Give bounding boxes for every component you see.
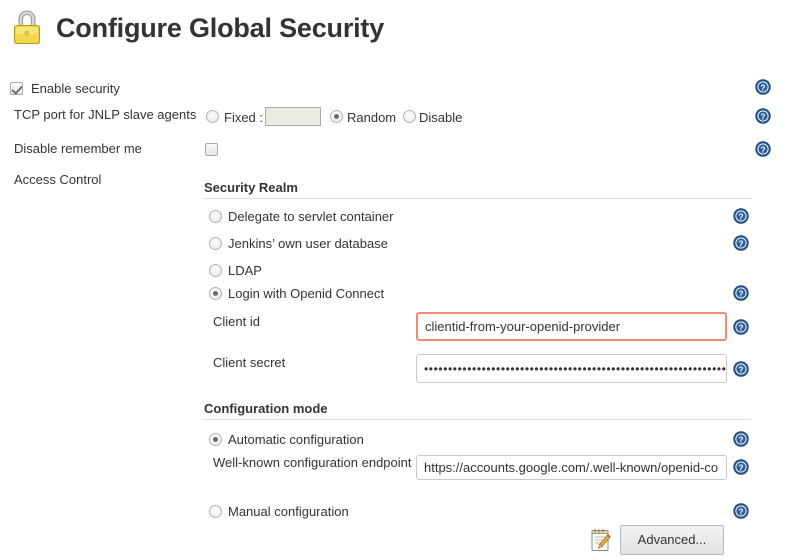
help-icon-openid-connect[interactable]: ?: [733, 285, 749, 301]
help-icon-jenkins-database[interactable]: ?: [733, 235, 749, 251]
client-secret-input[interactable]: ••••••••••••••••••••••••••••••••••••••••…: [416, 354, 727, 383]
manual-configuration-label: Manual configuration: [228, 504, 349, 519]
access-control-label: Access Control: [14, 172, 102, 187]
svg-text:?: ?: [738, 289, 743, 299]
page-header: Configure Global Security: [8, 6, 384, 50]
svg-text:?: ?: [738, 212, 743, 222]
svg-text:?: ?: [760, 145, 765, 155]
manual-configuration-radio[interactable]: [209, 505, 222, 518]
tcp-port-fixed-input[interactable]: [265, 107, 321, 126]
realm-delegate-servlet-label: Delegate to servlet container: [228, 209, 394, 224]
realm-openid-connect-label: Login with Openid Connect: [228, 286, 385, 301]
disable-remember-me-checkbox[interactable]: [205, 143, 218, 156]
help-icon-client-secret[interactable]: ?: [733, 361, 749, 377]
client-id-label: Client id: [213, 314, 260, 329]
svg-text:?: ?: [738, 323, 743, 333]
tcp-port-fixed-label: Fixed :: [224, 110, 264, 125]
help-icon-disable-remember-me[interactable]: ?: [755, 141, 771, 157]
realm-delegate-servlet-radio[interactable]: [209, 210, 222, 223]
svg-text:?: ?: [738, 239, 743, 249]
enable-security-checkbox[interactable]: [10, 82, 23, 95]
well-known-endpoint-label: Well-known configuration endpoint: [213, 455, 412, 470]
tcp-port-disable-label: Disable: [419, 110, 463, 125]
page-title: Configure Global Security: [56, 12, 385, 43]
svg-text:?: ?: [738, 507, 743, 517]
help-icon-well-known-endpoint[interactable]: ?: [733, 459, 749, 475]
client-secret-label: Client secret: [213, 355, 286, 370]
svg-text:?: ?: [738, 435, 743, 445]
advanced-button[interactable]: Advanced...: [620, 525, 724, 555]
automatic-configuration-label: Automatic configuration: [228, 432, 364, 447]
svg-text:?: ?: [738, 463, 743, 473]
svg-text:?: ?: [760, 112, 765, 122]
realm-ldap-label: LDAP: [228, 263, 262, 278]
svg-text:?: ?: [760, 83, 765, 93]
enable-security-label: Enable security: [31, 81, 120, 96]
help-icon-manual-configuration[interactable]: ?: [733, 503, 749, 519]
tcp-port-random-radio[interactable]: [330, 110, 343, 123]
tcp-port-disable-radio[interactable]: [403, 110, 416, 123]
help-icon-enable-security[interactable]: ?: [755, 79, 771, 95]
tcp-port-label: TCP port for JNLP slave agents: [14, 107, 197, 122]
help-icon-automatic-configuration[interactable]: ?: [733, 431, 749, 447]
help-icon-client-id[interactable]: ?: [733, 319, 749, 335]
configuration-mode-divider: [203, 419, 751, 420]
tcp-port-random-label: Random: [347, 110, 397, 125]
padlock-icon: [8, 6, 46, 50]
security-realm-heading: Security Realm: [204, 180, 298, 195]
disable-remember-me-label: Disable remember me: [14, 141, 142, 156]
tcp-port-fixed-radio[interactable]: [206, 110, 219, 123]
realm-jenkins-database-label: Jenkins’ own user database: [228, 236, 388, 251]
notepad-pencil-icon: [589, 527, 613, 553]
realm-jenkins-database-radio[interactable]: [209, 237, 222, 250]
security-realm-divider: [203, 198, 751, 199]
help-icon-tcp-port[interactable]: ?: [755, 108, 771, 124]
client-id-input[interactable]: [416, 312, 727, 341]
automatic-configuration-radio[interactable]: [209, 433, 222, 446]
realm-openid-connect-radio[interactable]: [209, 287, 222, 300]
svg-text:?: ?: [738, 365, 743, 375]
realm-ldap-radio[interactable]: [209, 264, 222, 277]
help-icon-delegate-servlet[interactable]: ?: [733, 208, 749, 224]
well-known-endpoint-input[interactable]: [416, 455, 727, 480]
configuration-mode-heading: Configuration mode: [204, 401, 328, 416]
